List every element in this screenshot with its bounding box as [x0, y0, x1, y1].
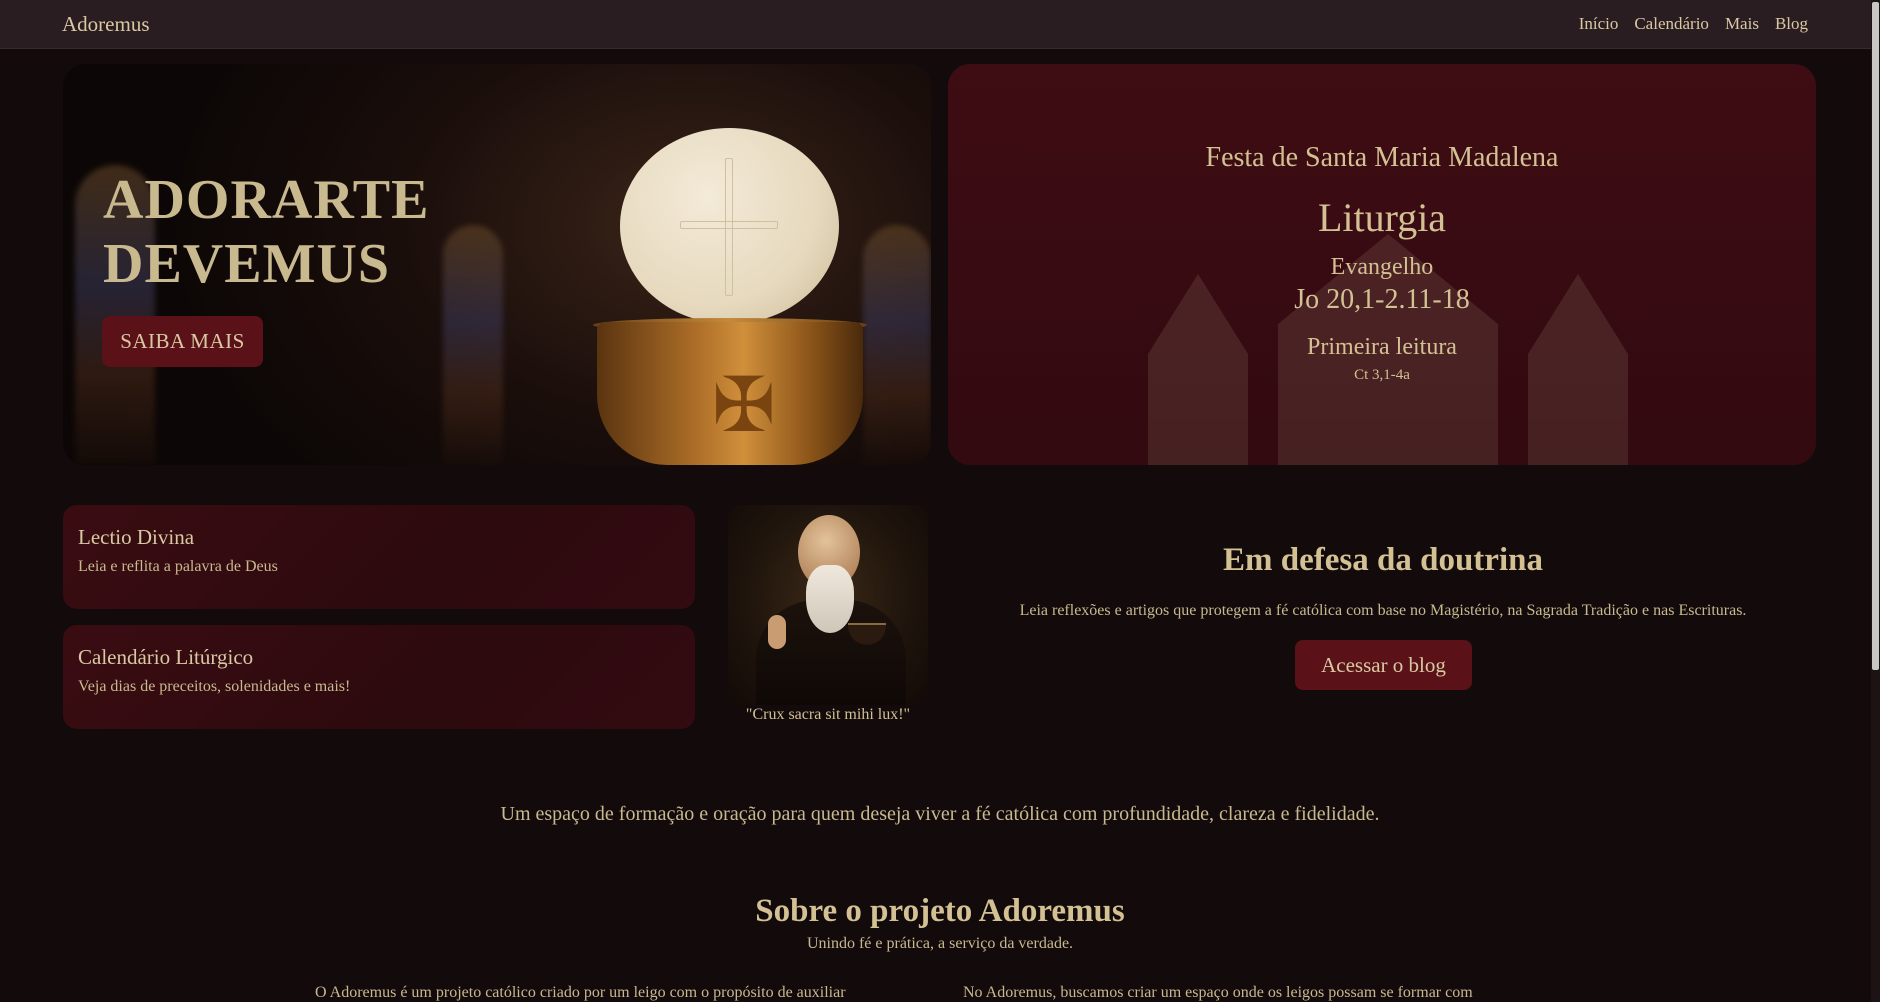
saint-quote: "Crux sacra sit mihi lux!"	[745, 706, 911, 723]
about-paragraph-2: No Adoremus, buscamos criar um espaço on…	[963, 984, 1473, 1001]
card-description: Leia e reflita a palavra de Deus	[78, 558, 278, 575]
nav-link-mais[interactable]: Mais	[1725, 14, 1759, 34]
scrollbar-thumb[interactable]	[1872, 2, 1879, 670]
card-title: Calendário Litúrgico	[78, 645, 254, 669]
saint-portrait	[728, 505, 928, 705]
navbar: Adoremus Início Calendário Mais Blog	[0, 0, 1880, 49]
gospel-reference: Jo 20,1-2.11-18	[1294, 284, 1470, 315]
doctrine-title: Em defesa da doutrina	[1223, 542, 1543, 578]
liturgy-title: Liturgia	[1317, 195, 1447, 240]
saint-beard	[806, 565, 854, 633]
nav-links: Início Calendário Mais Blog	[1579, 14, 1808, 34]
tagline: Um espaço de formação e oração para quem…	[500, 803, 1380, 825]
doctrine-description: Leia reflexões e artigos que protegem a …	[1019, 602, 1747, 619]
nav-link-calendario[interactable]: Calendário	[1634, 14, 1709, 34]
hero-banner: ✠ ADORARTE DEVEMUS SAIBA MAIS	[63, 64, 931, 465]
liturgy-card[interactable]: Festa de Santa Maria Madalena Liturgia E…	[948, 64, 1816, 465]
card-description: Veja dias de preceitos, solenidades e ma…	[78, 678, 351, 695]
acessar-blog-button[interactable]: Acessar o blog	[1295, 640, 1472, 690]
saint-hand	[768, 615, 786, 649]
feast-name: Festa de Santa Maria Madalena	[1205, 142, 1559, 173]
about-paragraph-1: O Adoremus é um projeto católico criado …	[315, 984, 846, 1001]
first-reading-reference: Ct 3,1-4a	[1354, 367, 1410, 383]
saiba-mais-button[interactable]: SAIBA MAIS	[102, 316, 263, 367]
brand-link[interactable]: Adoremus	[62, 12, 150, 37]
calendario-liturgico-card[interactable]: Calendário Litúrgico Veja dias de precei…	[63, 625, 695, 729]
nav-link-blog[interactable]: Blog	[1775, 14, 1808, 34]
first-reading-label: Primeira leitura	[1307, 334, 1457, 360]
page-scrollbar[interactable]	[1871, 0, 1880, 1002]
stained-glass-window	[443, 225, 503, 465]
host-cross-icon	[680, 221, 778, 229]
nav-link-inicio[interactable]: Início	[1579, 14, 1619, 34]
stained-glass-window	[863, 225, 931, 465]
lectio-divina-card[interactable]: Lectio Divina Leia e reflita a palavra d…	[63, 505, 695, 609]
about-title: Sobre o projeto Adoremus	[755, 893, 1125, 929]
chalice-cross-icon: ✠	[712, 360, 776, 449]
hero-title: ADORARTE DEVEMUS	[103, 169, 430, 295]
gospel-label: Evangelho	[1330, 254, 1434, 280]
about-subtitle: Unindo fé e prática, a serviço da verdad…	[806, 935, 1074, 952]
card-title: Lectio Divina	[78, 525, 195, 549]
